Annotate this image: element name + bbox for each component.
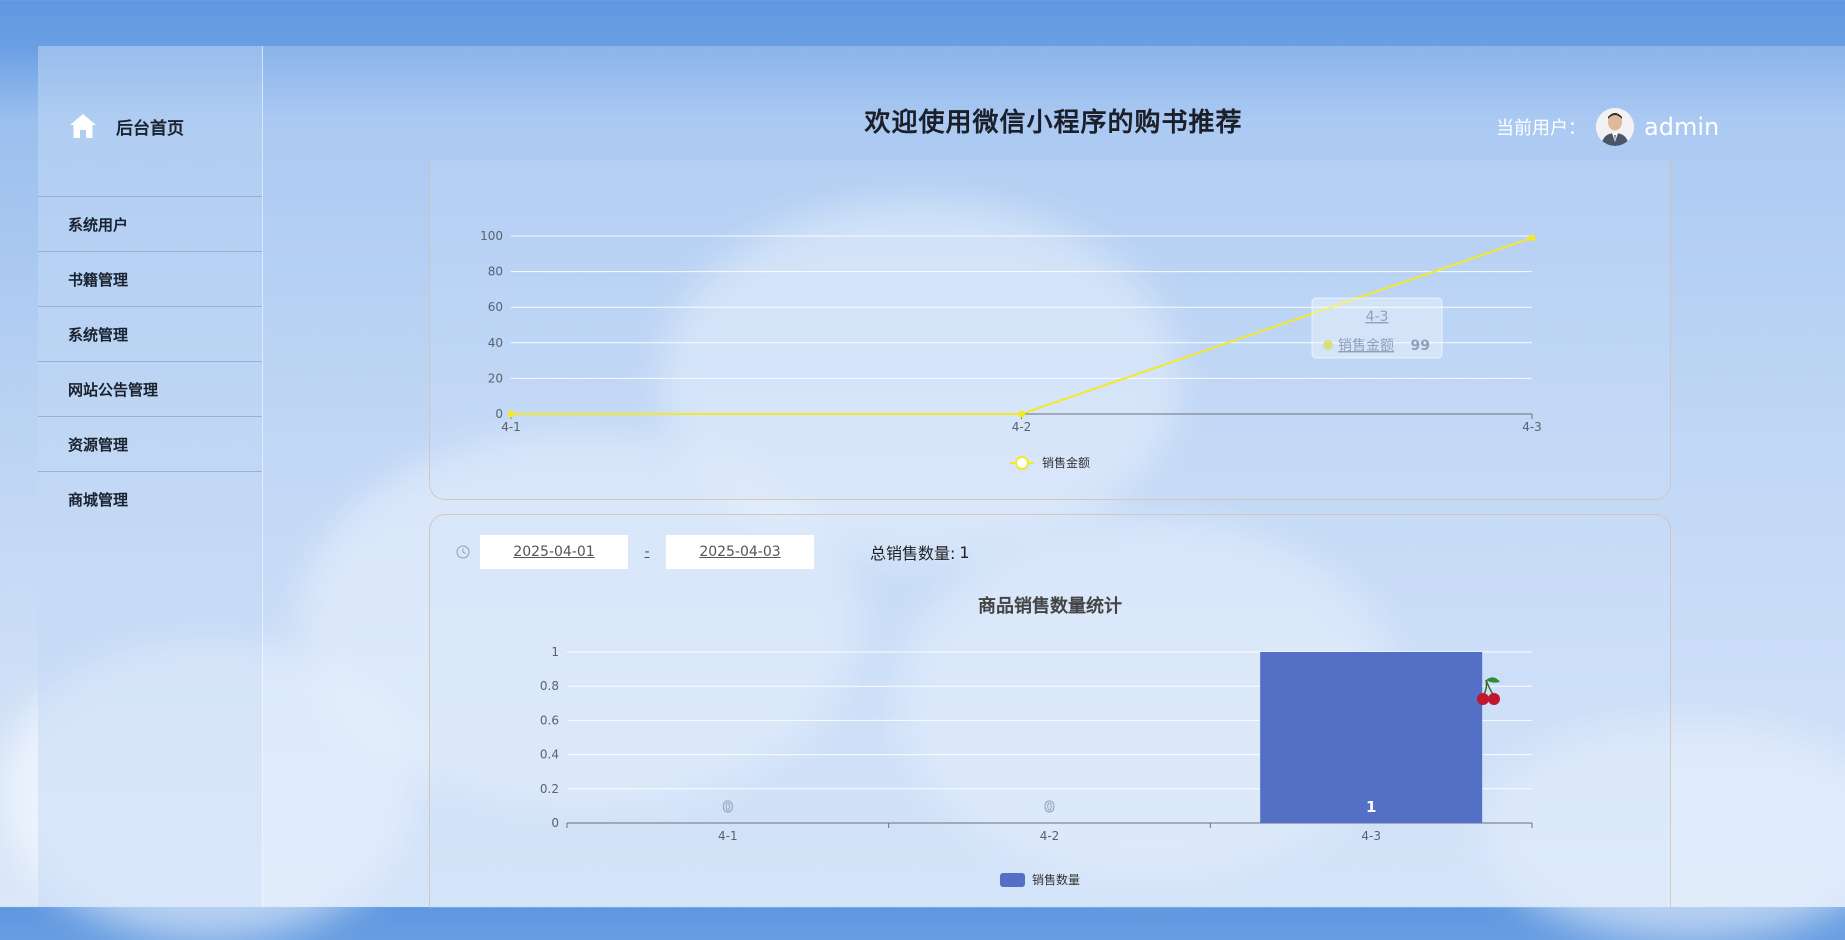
current-user-label: 当前用户：: [1496, 118, 1586, 139]
cherry: [1488, 693, 1500, 705]
y-tick-label: 0.4: [540, 748, 559, 762]
tooltip-value: 99: [1411, 338, 1430, 354]
home-link[interactable]: 后台首页: [68, 106, 184, 146]
x-tick-label: 4-2: [1040, 829, 1060, 843]
x-tick-label: 4-1: [718, 829, 738, 843]
y-tick-label: 0.8: [540, 679, 559, 693]
data-point: [507, 410, 515, 418]
cherry-leaf: [1486, 677, 1500, 683]
sales-quantity-bar-chart: 商品销售数量统计 0 0.2 0.4 0.6 0.8 1 4-1 0 4-2 0 4-3 1 销售数量: [540, 595, 1533, 887]
tooltip-category: 4-3: [1366, 309, 1389, 325]
y-tick-label: 60: [488, 300, 503, 314]
x-tick-label: 4-3: [1361, 829, 1381, 843]
current-user-name: admin: [1644, 113, 1720, 141]
sidebar-item-mall-management[interactable]: 商城管理: [38, 471, 262, 526]
sidebar-item-system-users[interactable]: 系统用户: [38, 196, 262, 251]
tooltip-series-name: 销售金额: [1338, 338, 1394, 354]
total-sales-value: 1: [959, 542, 970, 562]
home-icon: [70, 114, 96, 138]
data-label: 0: [723, 798, 733, 816]
legend-label: 销售数量: [1032, 872, 1080, 887]
sidebar-item-system-management[interactable]: 系统管理: [38, 306, 262, 361]
data-label: 0: [1044, 798, 1054, 816]
y-tick-label: 100: [480, 229, 503, 243]
clock-icon: [456, 545, 470, 559]
tooltip-series-marker: [1323, 340, 1333, 350]
sales-amount-card: 0 20 40 60 80 100 4-1 4-2 4-3 4-3 销售金额 99 销售金额: [429, 160, 1671, 500]
avatar-image: [1596, 108, 1634, 146]
legend-label: 销售金额: [1042, 455, 1090, 470]
data-point: [1528, 234, 1536, 242]
sidebar-nav: 系统用户 书籍管理 系统管理 网站公告管理 资源管理 商城管理: [38, 196, 262, 526]
legend-marker: [1000, 873, 1025, 887]
date-range-separator: -: [644, 544, 650, 560]
sidebar-item-announcement-management[interactable]: 网站公告管理: [38, 361, 262, 416]
data-label: 1: [1366, 798, 1376, 816]
sales-quantity-card: 商品销售数量统计 0 0.2 0.4 0.6 0.8 1 4-1 0 4-2 0 4-3 1 销售数量: [429, 514, 1671, 908]
legend-marker: [1015, 456, 1029, 470]
start-date-input[interactable]: 2025-04-01: [480, 535, 628, 569]
end-date-input[interactable]: 2025-04-03: [666, 535, 814, 569]
y-tick-label: 1: [551, 645, 559, 659]
x-tick-label: 4-2: [1012, 420, 1032, 434]
data-point: [1018, 410, 1025, 418]
sidebar: 后台首页 系统用户 书籍管理 系统管理 网站公告管理 资源管理 商城管理: [38, 46, 263, 907]
chart-title: 商品销售数量统计: [978, 595, 1122, 617]
x-tick-label: 4-3: [1522, 420, 1542, 434]
avatar[interactable]: [1596, 108, 1634, 146]
y-tick-label: 0: [551, 816, 559, 830]
sidebar-item-resource-management[interactable]: 资源管理: [38, 416, 262, 471]
y-tick-label: 0: [495, 407, 503, 421]
x-tick-label: 4-1: [501, 420, 521, 434]
total-sales-label: 总销售数量:: [870, 544, 956, 563]
y-tick-label: 0.6: [540, 713, 559, 727]
sales-amount-line-chart: 0 20 40 60 80 100 4-1 4-2 4-3 4-3 销售金额 99 销售金额: [480, 229, 1542, 470]
cherry: [1477, 693, 1489, 705]
y-tick-label: 0.2: [540, 782, 559, 796]
y-tick-label: 80: [488, 265, 503, 279]
y-tick-label: 40: [488, 336, 503, 350]
current-user: 当前用户： admin: [1496, 108, 1719, 146]
y-tick-label: 20: [488, 371, 503, 385]
sidebar-item-book-management[interactable]: 书籍管理: [38, 251, 262, 306]
date-range-filter: 2025-04-01 - 2025-04-03 总销售数量: 1: [456, 535, 970, 569]
home-label: 后台首页: [116, 118, 184, 139]
